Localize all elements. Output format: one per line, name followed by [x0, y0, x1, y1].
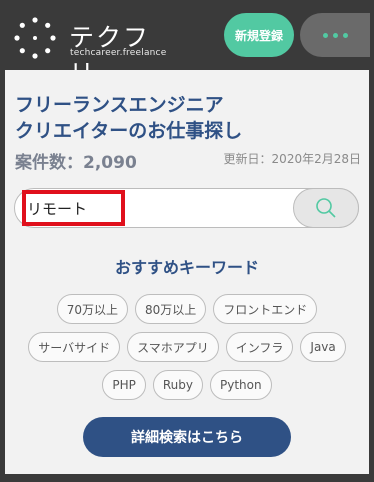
menu-button[interactable] [300, 13, 370, 57]
search-button[interactable] [293, 188, 359, 228]
keywords-title: おすすめキーワード [114, 258, 259, 277]
keyword-chip[interactable]: インフラ [225, 332, 294, 362]
page-title: フリーランスエンジニア クリエイターのお仕事探し [15, 92, 242, 144]
signup-button[interactable]: 新規登録 [224, 13, 294, 57]
job-count: 案件数：2,090 [15, 153, 137, 173]
logo-tagline: techcareer.freelance [70, 48, 167, 58]
headline-line-1: フリーランスエンジニア [15, 94, 224, 116]
keyword-chip[interactable]: PHP [102, 370, 146, 400]
search-panel: フリーランスエンジニア クリエイターのお仕事探し 案件数：2,090 更新日：2… [5, 70, 369, 474]
updated-date: 更新日：2020年2月28日 [223, 152, 361, 166]
keyword-chip[interactable]: フロントエンド [213, 294, 318, 324]
keyword-row: 70万以上 80万以上 フロントエンド [5, 294, 369, 324]
search-icon [316, 198, 336, 218]
keyword-chip[interactable]: 80万以上 [134, 294, 207, 324]
keyword-chips: 70万以上 80万以上 フロントエンド サーバサイド スマホアプリ インフラ J… [5, 294, 369, 408]
highlight-box [22, 190, 125, 226]
keyword-row: PHP Ruby Python [5, 370, 369, 400]
keyword-chip[interactable]: スマホアプリ [127, 332, 219, 362]
logo-dots-icon [14, 17, 56, 59]
keyword-chip[interactable]: Ruby [152, 370, 203, 400]
dots-icon [322, 32, 328, 38]
site-logo[interactable]: テクフリ techcareer.freelance [13, 14, 167, 88]
keyword-row: サーバサイド スマホアプリ インフラ Java [5, 332, 369, 362]
keyword-chip[interactable]: Java [300, 332, 346, 362]
keyword-chip[interactable]: サーバサイド [28, 332, 121, 362]
site-header: テクフリ techcareer.freelance 新規登録 [0, 0, 374, 88]
headline-line-2: クリエイターのお仕事探し [15, 120, 243, 142]
detail-search-button[interactable]: 詳細検索はこちら [83, 417, 291, 457]
keyword-chip[interactable]: 70万以上 [56, 294, 128, 324]
keyword-chip[interactable]: Python [210, 370, 272, 400]
